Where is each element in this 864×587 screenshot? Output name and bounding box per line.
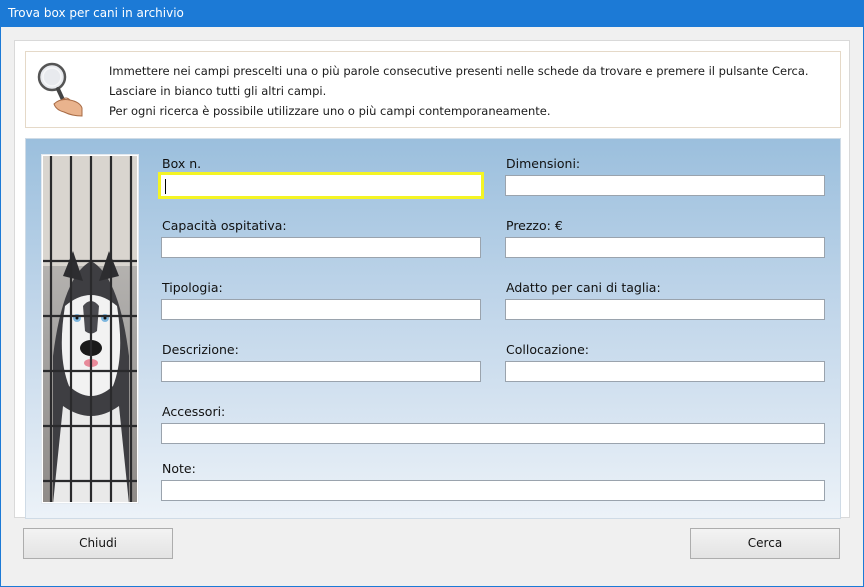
- note-input[interactable]: [161, 480, 825, 501]
- close-button[interactable]: Chiudi: [23, 528, 173, 559]
- search-button[interactable]: Cerca: [690, 528, 840, 559]
- label-accessori: Accessori:: [162, 404, 226, 419]
- info-line-1: Immettere nei campi prescelti una o più …: [109, 64, 809, 78]
- magnifier-hand-icon: [37, 62, 83, 117]
- label-box-n: Box n.: [162, 156, 202, 171]
- label-dimensioni: Dimensioni:: [506, 156, 581, 171]
- adatto-input[interactable]: [505, 299, 825, 320]
- descrizione-input[interactable]: [161, 361, 481, 382]
- accessori-input[interactable]: [161, 423, 825, 444]
- label-note: Note:: [162, 461, 196, 476]
- box-n-input[interactable]: [158, 172, 484, 199]
- info-line-2: Lasciare in bianco tutti gli altri campi…: [109, 84, 327, 98]
- info-line-3: Per ogni ricerca è possibile utilizzare …: [109, 104, 551, 118]
- search-form: Box n. Dimensioni: Capacità ospitativa: …: [25, 138, 841, 519]
- text-caret: [165, 179, 166, 194]
- label-descrizione: Descrizione:: [162, 342, 239, 357]
- label-adatto: Adatto per cani di taglia:: [506, 280, 661, 295]
- capacita-input[interactable]: [161, 237, 481, 258]
- collocazione-input[interactable]: [505, 361, 825, 382]
- label-collocazione: Collocazione:: [506, 342, 590, 357]
- label-capacita: Capacità ospitativa:: [162, 218, 287, 233]
- window-title: Trova box per cani in archivio: [0, 0, 864, 27]
- info-box: Immettere nei campi prescelti una o più …: [25, 51, 841, 128]
- dog-kennel-image: [43, 156, 137, 502]
- dimensioni-input[interactable]: [505, 175, 825, 196]
- label-prezzo: Prezzo: €: [506, 218, 563, 233]
- label-tipologia: Tipologia:: [162, 280, 223, 295]
- dog-in-kennel-photo: [42, 155, 138, 503]
- dialog-client: Immettere nei campi prescelti una o più …: [1, 27, 863, 586]
- search-panel: Immettere nei campi prescelti una o più …: [14, 40, 850, 519]
- prezzo-input[interactable]: [505, 237, 825, 258]
- tipologia-input[interactable]: [161, 299, 481, 320]
- window: Trova box per cani in archivio Immettere…: [0, 0, 864, 587]
